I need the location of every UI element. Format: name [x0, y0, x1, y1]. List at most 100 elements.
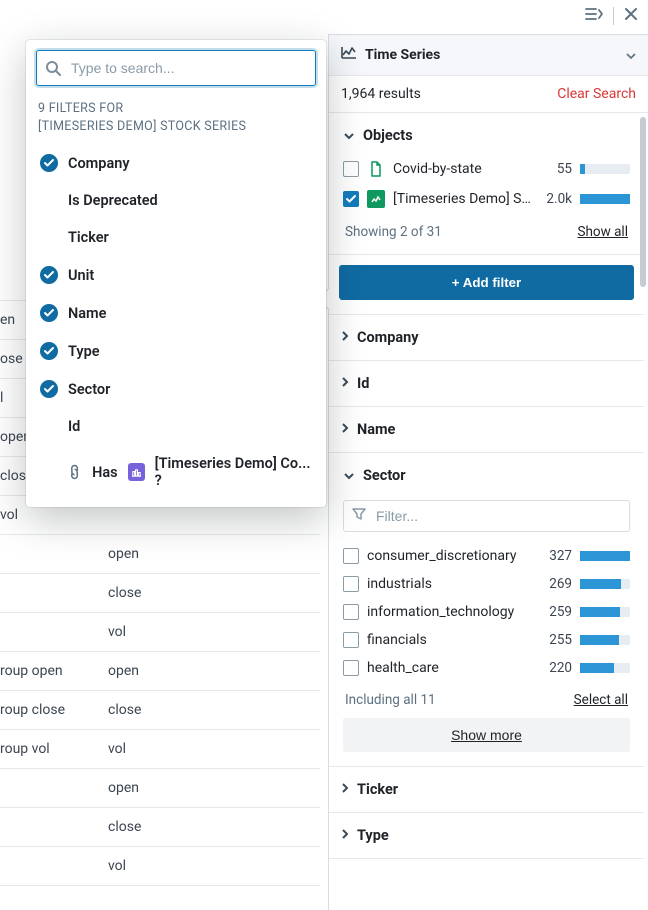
check-slot: [40, 342, 58, 360]
section-title: Company: [357, 329, 419, 346]
section-header[interactable]: Sector: [339, 461, 634, 490]
panel-collapse-icon[interactable]: [585, 7, 603, 25]
count-bar: [580, 635, 630, 645]
sector-row[interactable]: consumer_discretionary327: [341, 542, 632, 570]
chevron-right-icon: [341, 375, 349, 392]
table-row: roup volvol: [0, 730, 320, 769]
checkbox[interactable]: [343, 191, 359, 207]
object-row[interactable]: Covid-by-state55: [341, 154, 632, 184]
section-header[interactable]: Company: [329, 315, 644, 360]
scrollbar-thumb[interactable]: [640, 117, 646, 287]
filter-item[interactable]: Ticker: [26, 219, 326, 256]
show-more-button[interactable]: Show more: [343, 718, 630, 752]
cell: close: [100, 808, 310, 846]
cell: roup vol: [0, 730, 100, 768]
link-icon: [64, 461, 86, 483]
section-header[interactable]: Type: [329, 813, 644, 858]
sector-count: 259: [542, 604, 572, 620]
sector-row[interactable]: health_care220: [341, 654, 632, 682]
cell: close: [100, 574, 310, 612]
checkbox[interactable]: [343, 660, 359, 676]
clear-search[interactable]: Clear Search: [557, 86, 636, 102]
filter-item[interactable]: Is Deprecated: [26, 182, 326, 219]
filter-item-label: Is Deprecated: [68, 192, 158, 209]
sector-count: 327: [542, 548, 572, 564]
close-icon[interactable]: [624, 7, 638, 25]
chevron-down-icon: [343, 127, 355, 144]
checkmark-icon: [40, 304, 58, 322]
cell: [0, 574, 100, 612]
filter-item[interactable]: Id: [26, 408, 326, 445]
results-count: 1,964 results: [341, 86, 421, 102]
checkmark-icon: [40, 266, 58, 284]
checkbox[interactable]: [343, 548, 359, 564]
company-chip-icon: [128, 463, 145, 481]
chevron-right-icon: [341, 827, 349, 844]
check-slot: [40, 380, 58, 398]
checkbox[interactable]: [343, 632, 359, 648]
sector-row[interactable]: financials255: [341, 626, 632, 654]
cell: vol: [100, 613, 310, 651]
checkbox[interactable]: [343, 576, 359, 592]
doc-outline-icon: [367, 160, 385, 178]
cell: open: [100, 535, 310, 573]
filter-item[interactable]: Type: [26, 332, 326, 370]
object-count: 55: [542, 161, 572, 177]
check-slot: [40, 154, 58, 172]
checkbox[interactable]: [343, 604, 359, 620]
table-row: roup closeclose: [0, 691, 320, 730]
showing-text: Showing 2 of 31: [345, 224, 442, 240]
chevron-right-icon: [341, 781, 349, 798]
cell: [0, 769, 100, 807]
search-input-wrap[interactable]: [36, 50, 316, 86]
panel-title: Time Series: [365, 47, 618, 63]
sector-row[interactable]: information_technology259: [341, 598, 632, 626]
panel-header[interactable]: Time Series: [329, 35, 648, 76]
chevron-right-icon: [341, 329, 349, 346]
filter-item-has-link[interactable]: Has [Timeseries Demo] Co... ?: [26, 445, 326, 499]
section-title: Name: [357, 421, 395, 438]
object-name: [Timeseries Demo] Stock: [393, 191, 534, 207]
section-header[interactable]: Id: [329, 361, 644, 406]
table-row: open: [0, 535, 320, 574]
select-all-link[interactable]: Select all: [574, 692, 628, 708]
cell: roup close: [0, 691, 100, 729]
cell: open: [100, 769, 310, 807]
doc-chart-icon: [367, 190, 385, 208]
filter-item[interactable]: Company: [26, 144, 326, 182]
has-link-label: [Timeseries Demo] Co... ?: [155, 455, 312, 489]
filter-item[interactable]: Sector: [26, 370, 326, 408]
sector-row[interactable]: industrials269: [341, 570, 632, 598]
section-header[interactable]: Name: [329, 407, 644, 452]
section-header[interactable]: Ticker: [329, 767, 644, 812]
checkbox[interactable]: [343, 161, 359, 177]
search-input[interactable]: [69, 59, 307, 77]
show-all-link[interactable]: Show all: [577, 224, 628, 240]
filter-item-label: Ticker: [68, 229, 109, 246]
search-popover: 9 FILTERS FOR [TIMESERIES DEMO] STOCK SE…: [26, 40, 326, 507]
table-row: open: [0, 769, 320, 808]
sector-filter-input[interactable]: [374, 507, 621, 525]
filter-panel: Time Series 1,964 results Clear Search O…: [328, 34, 648, 910]
sector-filter-input-wrap[interactable]: [343, 500, 630, 532]
chevron-right-icon: [341, 421, 349, 438]
checkmark-icon: [40, 380, 58, 398]
table-row: roup openopen: [0, 652, 320, 691]
section-title: Type: [357, 827, 389, 844]
section-title: Ticker: [357, 781, 398, 798]
filter-item-label: Sector: [68, 381, 110, 398]
object-row[interactable]: [Timeseries Demo] Stock2.0k: [341, 184, 632, 214]
check-slot: [40, 304, 58, 322]
filter-item[interactable]: Name: [26, 294, 326, 332]
section-objects: ObjectsCovid-by-state55[Timeseries Demo]…: [329, 113, 644, 255]
section-header[interactable]: Objects: [339, 121, 634, 150]
caret-down-icon[interactable]: [626, 47, 636, 63]
cell: close: [100, 691, 310, 729]
checkmark-icon: [40, 154, 58, 172]
cell: [0, 808, 100, 846]
filter-item[interactable]: Unit: [26, 256, 326, 294]
add-filter-button[interactable]: + Add filter: [339, 265, 634, 300]
including-text: Including all 11: [345, 692, 436, 708]
chevron-down-icon: [343, 467, 355, 484]
count-bar: [580, 194, 630, 204]
